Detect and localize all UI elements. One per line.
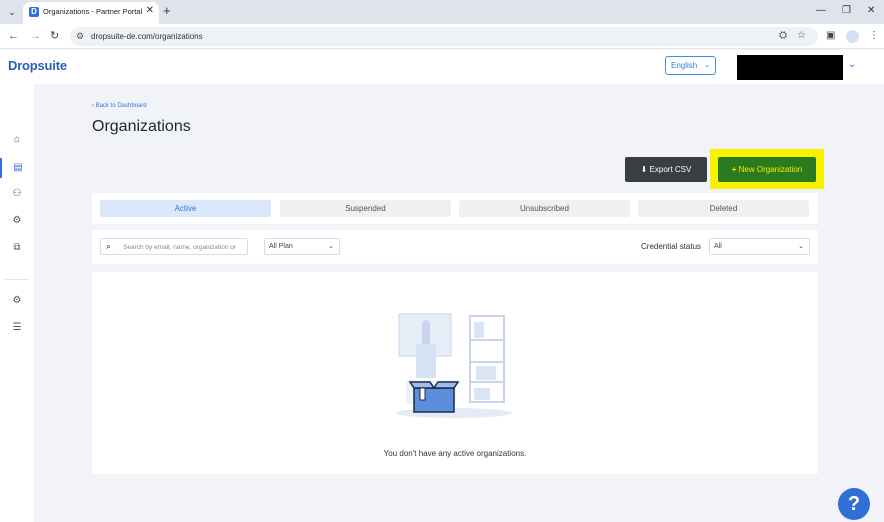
user-account-redacted[interactable] (737, 55, 843, 80)
side-panel-icon[interactable]: ▣ (826, 30, 835, 42)
page-title: Organizations (92, 118, 191, 135)
chevron-down-icon: ⌄ (798, 243, 804, 250)
window-close-icon[interactable]: ✕ (867, 5, 875, 16)
search-input[interactable] (123, 241, 247, 253)
minimize-icon[interactable]: — (816, 5, 826, 16)
copy-icon[interactable]: ⧉ (0, 238, 34, 258)
plan-value: All Plan (269, 243, 293, 250)
empty-box-illustration (396, 313, 512, 418)
url-field[interactable]: ⚙ dropsuite-de.com/organizations (70, 27, 818, 46)
translate-icon[interactable]: ⛭ (779, 30, 787, 42)
chevron-down-icon: ⌄ (328, 243, 334, 250)
back-arrow-icon[interactable]: ← (8, 30, 19, 42)
tab-active[interactable]: Active (100, 200, 271, 217)
menu-kebab-icon[interactable]: ⋮ (869, 30, 879, 42)
profile-avatar-icon[interactable] (846, 30, 859, 43)
new-tab-icon[interactable]: + (163, 4, 171, 18)
forward-arrow-icon[interactable]: → (30, 30, 41, 42)
plan-select[interactable]: All Plan ⌄ (264, 238, 340, 255)
address-bar: ← → ↻ ⚙ dropsuite-de.com/organizations ⛭… (0, 24, 884, 49)
tab-close-icon[interactable]: ✕ (146, 5, 154, 16)
settings-gear-icon[interactable]: ⚙ (0, 211, 34, 231)
user-menu-chevron-icon[interactable]: ⌄ (848, 59, 856, 70)
browser-tab[interactable]: D Organizations - Partner Portal ✕ (23, 2, 159, 24)
tab-deleted[interactable]: Deleted (638, 200, 809, 217)
tab-search-icon[interactable]: ⌄ (6, 6, 18, 18)
empty-state-card: You don't have any active organizations. (92, 272, 818, 474)
favicon-icon: D (29, 7, 39, 17)
url-text: dropsuite-de.com/organizations (91, 32, 203, 41)
browser-tab-bar: ⌄ D Organizations - Partner Portal ✕ + —… (0, 0, 884, 24)
new-organization-label: New Organization (738, 165, 803, 174)
tab-unsubscribed[interactable]: Unsubscribed (459, 200, 630, 217)
restore-icon[interactable]: ❐ (842, 5, 851, 16)
language-select[interactable]: English ⌄ (665, 56, 716, 75)
sidebar: ⌂ ▤ ⚇ ⚙ ⧉ ⚙ ☰ (0, 84, 34, 522)
bookmark-star-icon[interactable]: ☆ (797, 30, 806, 42)
cog-icon[interactable]: ⚙ (0, 291, 34, 311)
status-tabs: Active Suspended Unsubscribed Deleted (92, 193, 818, 224)
plus-icon: + (731, 165, 737, 174)
app-header: Dropsuite English ⌄ ⌄ (0, 50, 884, 84)
back-to-dashboard-link[interactable]: ‹ Back to Dashboard (92, 103, 147, 109)
dropsuite-logo[interactable]: Dropsuite (8, 58, 67, 73)
chevron-down-icon: ⌄ (704, 62, 710, 69)
users-icon[interactable]: ⚇ (0, 184, 34, 204)
tab-title: Organizations - Partner Portal (43, 7, 143, 16)
search-box: ⌕ (100, 238, 248, 255)
new-organization-button[interactable]: + New Organization (718, 157, 816, 182)
language-value: English (671, 61, 698, 70)
sidebar-divider (5, 279, 29, 280)
credential-status-label: Credential status (641, 242, 702, 251)
site-info-icon[interactable]: ⚙ (76, 31, 84, 42)
export-csv-label: Export CSV (649, 165, 692, 174)
export-csv-button[interactable]: ⬇ Export CSV (625, 157, 707, 182)
reload-icon[interactable]: ↻ (50, 30, 59, 42)
credential-status-select[interactable]: All ⌄ (709, 238, 810, 255)
download-icon: ⬇ (640, 165, 648, 174)
credential-value: All (714, 243, 722, 250)
search-icon: ⌕ (106, 241, 112, 251)
server-icon[interactable]: ☰ (0, 318, 34, 338)
filter-bar: ⌕ All Plan ⌄ Credential status All ⌄ (92, 230, 818, 264)
home-icon[interactable]: ⌂ (0, 130, 34, 150)
organizations-icon[interactable]: ▤ (0, 158, 34, 178)
tab-suspended[interactable]: Suspended (280, 200, 451, 217)
empty-state-message: You don't have any active organizations. (383, 449, 527, 458)
help-button[interactable]: ? (838, 488, 870, 520)
